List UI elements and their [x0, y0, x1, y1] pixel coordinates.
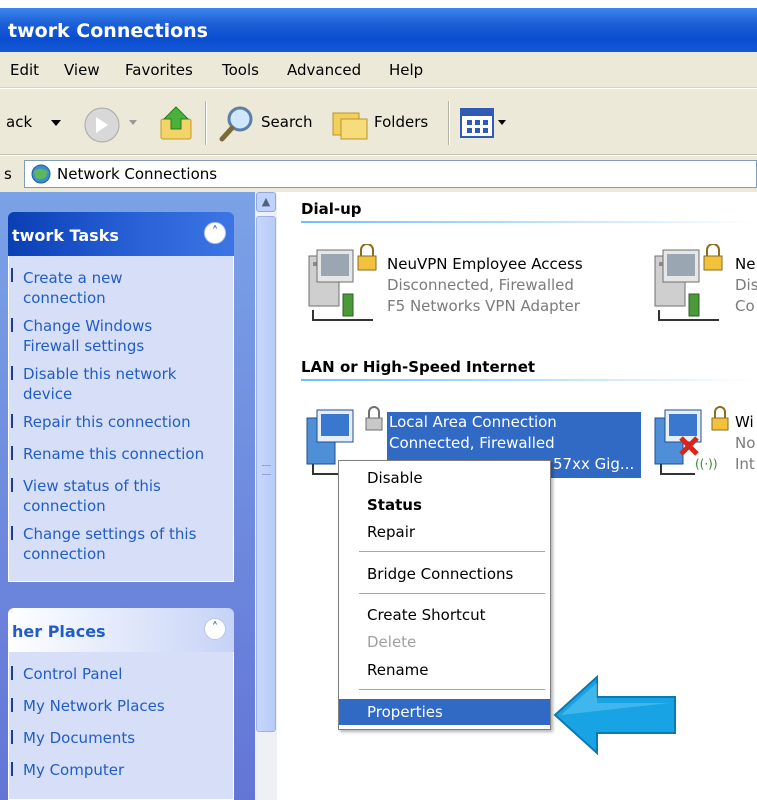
place-bullet-icon — [11, 666, 13, 680]
vpn2-connection-label[interactable]: Ne Dis Co — [735, 254, 757, 317]
menu-status[interactable]: Status — [339, 492, 550, 518]
window-title: twork Connections — [8, 20, 208, 42]
search-button[interactable]: Search — [261, 113, 313, 131]
wireless-connection-label[interactable]: Wi No Int — [735, 412, 755, 475]
address-value: Network Connections — [57, 165, 218, 183]
menu-separator — [359, 551, 545, 552]
menu-favorites[interactable]: Favorites — [125, 61, 193, 79]
context-menu: Disable Status Repair Bridge Connections… — [338, 460, 551, 730]
task-bullet-icon — [11, 414, 13, 428]
toolbar-separator — [205, 101, 207, 145]
scroll-thumb[interactable] — [256, 216, 276, 732]
task-bullet-icon — [11, 478, 13, 492]
task-bullet-icon — [11, 446, 13, 460]
up-folder-icon[interactable] — [158, 105, 194, 143]
other-places-title: her Places — [12, 622, 106, 641]
pointer-arrow-icon — [553, 674, 676, 756]
vpn-device: F5 Networks VPN Adapter — [387, 297, 580, 315]
collapse-icon[interactable]: ˄ — [204, 618, 226, 640]
task-bullet-icon — [11, 318, 13, 332]
vpn-name: NeuVPN Employee Access — [387, 255, 583, 273]
vertical-scrollbar[interactable]: ▲ — [255, 192, 277, 800]
folders-button[interactable]: Folders — [374, 113, 428, 131]
task-bullet-icon — [11, 366, 13, 380]
task-repair-connection[interactable]: Repair this connection — [23, 412, 191, 432]
vpn-connection-label[interactable]: NeuVPN Employee Access Disconnected, Fir… — [387, 254, 583, 317]
menu-help[interactable]: Help — [389, 61, 423, 79]
vpn2-status: Dis — [735, 276, 757, 294]
menu-disable[interactable]: Disable — [339, 465, 550, 491]
network-globe-icon — [31, 164, 51, 184]
task-create-connection[interactable]: Create a new connection — [23, 268, 123, 308]
vpn2-name: Ne — [735, 255, 756, 273]
place-bullet-icon — [11, 762, 13, 776]
menu-tools[interactable]: Tools — [222, 61, 259, 79]
menu-rename[interactable]: Rename — [339, 657, 550, 683]
menu-properties[interactable]: Properties — [339, 699, 550, 725]
toolbar-separator — [448, 101, 450, 145]
wireless-name: Wi — [735, 413, 754, 431]
thumb-grip-icon — [262, 465, 271, 475]
network-tasks-list: Create a new connection Change Windows Fir… — [8, 256, 234, 582]
vpn-status: Disconnected, Firewalled — [387, 276, 574, 294]
menu-bridge-connections[interactable]: Bridge Connections — [339, 561, 550, 587]
lan-status: Connected, Firewalled — [389, 434, 555, 452]
dialup-connection-icon[interactable] — [303, 244, 389, 326]
task-bullet-icon — [11, 268, 13, 282]
dialup-connection-icon[interactable] — [649, 244, 735, 326]
group-divider — [301, 221, 757, 223]
menu-edit[interactable]: Edit — [10, 61, 39, 79]
menu-separator — [359, 593, 545, 594]
menu-repair[interactable]: Repair — [339, 519, 550, 545]
wireless-status: No — [735, 434, 756, 452]
scroll-up-icon[interactable]: ▲ — [256, 192, 276, 212]
wireless-connection-icon[interactable]: ((·)) — [651, 402, 737, 482]
folders-icon[interactable] — [331, 105, 371, 141]
group-dialup-title: Dial-up — [301, 200, 362, 218]
task-bullet-icon — [11, 526, 13, 540]
forward-button-icon[interactable] — [82, 105, 122, 145]
place-my-computer[interactable]: My Computer — [23, 760, 124, 780]
other-places-list: Control Panel My Network Places My Docum… — [8, 652, 234, 800]
back-dropdown-icon[interactable] — [50, 119, 62, 127]
task-disable-device[interactable]: Disable this network device — [23, 364, 176, 404]
task-view-status[interactable]: View status of this connection — [23, 476, 161, 516]
wireless-device: Int — [735, 455, 755, 473]
collapse-icon[interactable]: ˄ — [204, 222, 226, 244]
task-change-firewall[interactable]: Change Windows Firewall settings — [23, 316, 152, 356]
other-places-header[interactable]: her Places ˄ — [8, 608, 234, 652]
forward-dropdown-icon[interactable] — [128, 119, 138, 127]
menu-separator — [359, 689, 545, 690]
place-my-documents[interactable]: My Documents — [23, 728, 135, 748]
menu-view[interactable]: View — [64, 61, 100, 79]
task-change-settings[interactable]: Change settings of this connection — [23, 524, 196, 564]
place-bullet-icon — [11, 730, 13, 744]
address-input[interactable]: Network Connections — [24, 160, 757, 188]
place-my-network-places[interactable]: My Network Places — [23, 696, 165, 716]
group-divider — [301, 379, 757, 381]
menu-advanced[interactable]: Advanced — [287, 61, 361, 79]
task-pane: twork Tasks ˄ Create a new connection Cha… — [0, 192, 255, 800]
toolbar: ack Search Folders — [0, 89, 757, 155]
lan-name: Local Area Connection — [389, 413, 557, 431]
address-label: s — [4, 165, 12, 183]
network-tasks-header[interactable]: twork Tasks ˄ — [8, 212, 234, 256]
search-icon[interactable] — [218, 103, 258, 143]
svg-text:((·)): ((·)) — [695, 457, 718, 471]
place-control-panel[interactable]: Control Panel — [23, 664, 122, 684]
group-lan-title: LAN or High-Speed Internet — [301, 358, 536, 376]
place-bullet-icon — [11, 698, 13, 712]
task-rename-connection[interactable]: Rename this connection — [23, 444, 204, 464]
menu-create-shortcut[interactable]: Create Shortcut — [339, 602, 550, 628]
vpn2-device: Co — [735, 297, 755, 315]
menu-bar: Edit View Favorites Tools Advanced Help — [0, 52, 757, 88]
menu-delete: Delete — [367, 633, 417, 651]
address-bar: s Network Connections — [0, 156, 757, 192]
network-tasks-title: twork Tasks — [12, 226, 119, 245]
title-bar: twork Connections — [0, 8, 757, 52]
views-icon[interactable] — [460, 108, 510, 138]
back-button[interactable]: ack — [6, 113, 32, 131]
